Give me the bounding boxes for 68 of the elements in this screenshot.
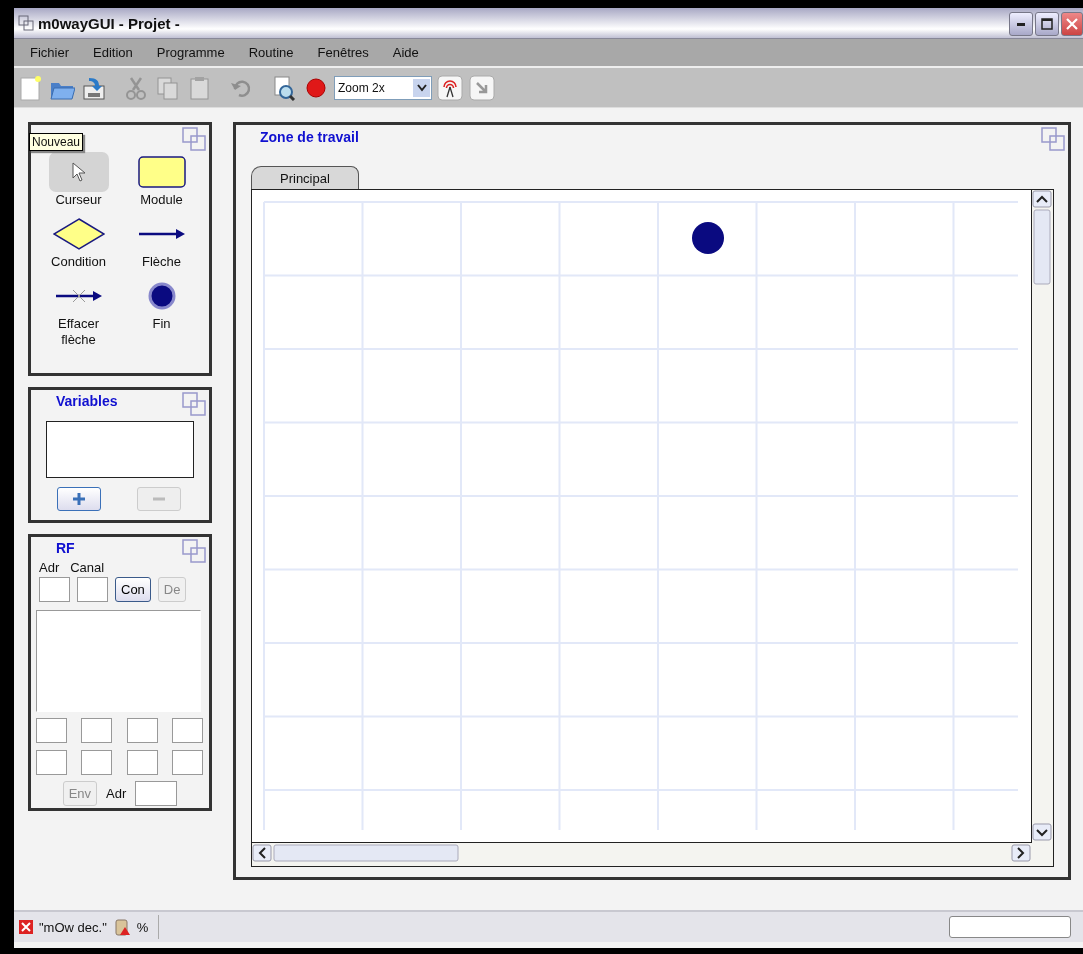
add-button[interactable] xyxy=(57,487,101,511)
plus-icon xyxy=(71,491,87,507)
undock-icon[interactable] xyxy=(181,126,207,152)
field-label: Canal xyxy=(70,560,105,575)
close-button[interactable] xyxy=(1061,12,1083,36)
status-text: % xyxy=(136,919,149,935)
data-field[interactable] xyxy=(36,750,67,775)
arrow-button[interactable] xyxy=(468,72,496,103)
magnifier-icon xyxy=(271,74,297,101)
end-node[interactable] xyxy=(692,222,724,254)
app-icon xyxy=(18,15,34,31)
antenna-button[interactable] xyxy=(436,72,464,103)
copy-icon xyxy=(155,74,181,101)
tool-label: Fin xyxy=(151,316,172,332)
zoom-dropdown[interactable]: Zoom 2x xyxy=(334,75,432,100)
menu-item[interactable]: Fenêtres xyxy=(305,45,381,60)
tooltip: Nouveau xyxy=(29,133,84,151)
new-file-icon xyxy=(17,74,43,101)
tab[interactable]: Principal xyxy=(251,166,359,189)
minimize-icon xyxy=(1017,22,1025,26)
menu-item[interactable]: Programme xyxy=(144,45,237,60)
error-icon xyxy=(19,920,33,934)
channel-field[interactable] xyxy=(77,577,108,602)
data-field[interactable] xyxy=(81,718,113,743)
panel-title: Zone de travail xyxy=(259,128,359,145)
status-text: "mOw dec." xyxy=(39,919,107,935)
tool-label: Effacer flèche xyxy=(57,316,100,348)
caret-icon xyxy=(416,83,427,92)
arrow-icon xyxy=(137,228,186,240)
address-field[interactable] xyxy=(135,781,178,806)
menu-item[interactable]: Aide xyxy=(380,45,431,60)
vertical-scrollbar[interactable] xyxy=(1032,190,1052,842)
window-title: m0wayGUI - Projet - xyxy=(38,14,180,32)
data-field[interactable] xyxy=(126,718,158,743)
diamond-icon xyxy=(52,218,105,250)
tool-label: Module xyxy=(139,192,184,208)
data-field[interactable] xyxy=(81,750,113,775)
undock-icon[interactable] xyxy=(181,538,207,564)
antenna-icon xyxy=(437,74,463,101)
menu-item[interactable]: Edition xyxy=(81,45,145,60)
field-label: Adr xyxy=(39,560,60,575)
close-icon xyxy=(1066,18,1078,30)
undock-icon[interactable] xyxy=(181,391,207,417)
tool-label: Flèche xyxy=(141,254,182,270)
address-field[interactable] xyxy=(39,577,70,602)
data-field[interactable] xyxy=(172,750,203,775)
undock-icon[interactable] xyxy=(1040,126,1066,152)
variable-list[interactable] xyxy=(46,421,194,478)
data-field[interactable] xyxy=(36,718,67,743)
tool-label: Condition xyxy=(50,254,107,270)
connect-button[interactable]: Con xyxy=(115,577,151,602)
battery-warning-icon xyxy=(112,918,131,936)
minimize-button[interactable] xyxy=(1009,12,1033,36)
horizontal-scrollbar[interactable] xyxy=(252,843,1032,863)
rounded-rectangle-icon xyxy=(137,156,186,188)
menu-item[interactable]: Fichier xyxy=(18,45,81,60)
pointer-icon xyxy=(71,162,86,182)
crossed-arrow-icon xyxy=(54,289,103,303)
menu-item[interactable]: Routine xyxy=(236,45,306,60)
panel-title: Variables xyxy=(55,392,118,409)
maximize-icon xyxy=(1041,18,1053,30)
data-field[interactable] xyxy=(126,750,158,775)
maximize-button[interactable] xyxy=(1035,12,1059,36)
filled-circle-icon xyxy=(147,282,176,310)
tool-label: Curseur xyxy=(54,192,103,208)
data-field[interactable] xyxy=(172,718,203,743)
panel-title: RF xyxy=(55,539,75,556)
field-label: Adr xyxy=(106,786,127,801)
